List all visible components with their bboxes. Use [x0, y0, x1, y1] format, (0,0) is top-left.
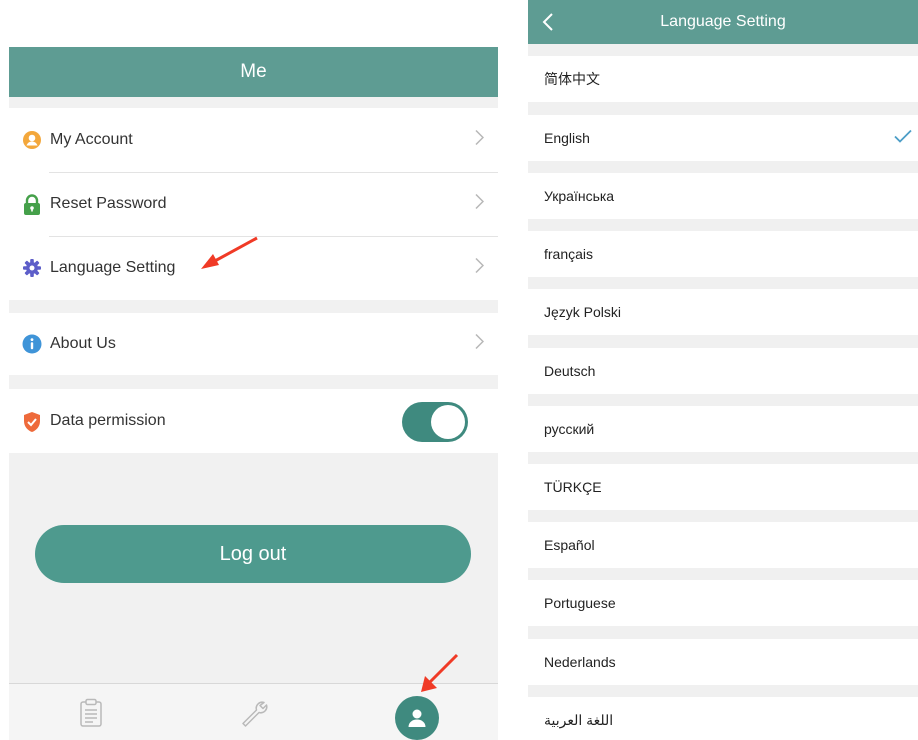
language-setting-label: Language Setting: [50, 259, 176, 276]
chevron-right-icon: [474, 333, 485, 355]
language-option[interactable]: Español: [528, 522, 918, 568]
data-permission-row: Data permission: [9, 389, 498, 453]
account-group: My Account Reset Password Language Setti…: [9, 108, 498, 300]
me-screen: Me My Account Reset Password Language Se…: [9, 47, 498, 740]
annotation-arrow-icon: [421, 653, 459, 692]
language-screen: Language Setting 简体中文 English Українська…: [528, 0, 918, 740]
profile-icon: [408, 709, 426, 727]
language-option[interactable]: English: [528, 115, 918, 161]
info-icon: [22, 334, 42, 354]
lock-icon: [22, 194, 42, 215]
gear-icon: [22, 258, 42, 278]
toggle-knob: [431, 405, 465, 439]
permission-group: Data permission: [9, 389, 498, 453]
about-us-row[interactable]: About Us: [9, 313, 498, 375]
chevron-right-icon: [474, 129, 485, 151]
data-permission-label: Data permission: [50, 412, 166, 429]
annotation-arrow-icon: [201, 236, 258, 269]
user-icon: [22, 130, 42, 150]
chevron-right-icon: [474, 257, 485, 279]
language-option[interactable]: Українська: [528, 173, 918, 219]
page-title: Me: [240, 61, 267, 82]
logout-button[interactable]: Log out: [35, 525, 471, 583]
checkmark-icon: [894, 129, 912, 147]
language-title: Language Setting: [660, 13, 786, 30]
language-header: Language Setting: [528, 0, 918, 44]
shield-icon: [22, 411, 42, 432]
about-us-label: About Us: [50, 335, 116, 352]
language-option[interactable]: русский: [528, 406, 918, 452]
language-option[interactable]: Język Polski: [528, 289, 918, 335]
language-option[interactable]: français: [528, 231, 918, 277]
clipboard-icon[interactable]: [79, 698, 103, 733]
chevron-right-icon: [474, 193, 485, 215]
data-permission-toggle[interactable]: [402, 402, 468, 442]
my-account-row[interactable]: My Account: [9, 108, 498, 172]
language-option-label: English: [544, 130, 590, 146]
my-account-label: My Account: [50, 131, 133, 148]
me-header: Me: [9, 47, 498, 97]
reset-password-label: Reset Password: [50, 195, 167, 212]
language-option[interactable]: اللغة العربية: [528, 697, 918, 740]
language-option[interactable]: TÜRKÇE: [528, 464, 918, 510]
reset-password-row[interactable]: Reset Password: [9, 172, 498, 236]
language-option[interactable]: Deutsch: [528, 348, 918, 394]
language-option[interactable]: 简体中文: [528, 56, 918, 102]
language-option[interactable]: Nederlands: [528, 639, 918, 685]
about-group: About Us: [9, 313, 498, 375]
profile-tab[interactable]: [395, 696, 439, 740]
wrench-icon[interactable]: [239, 698, 269, 733]
language-option[interactable]: Portuguese: [528, 580, 918, 626]
